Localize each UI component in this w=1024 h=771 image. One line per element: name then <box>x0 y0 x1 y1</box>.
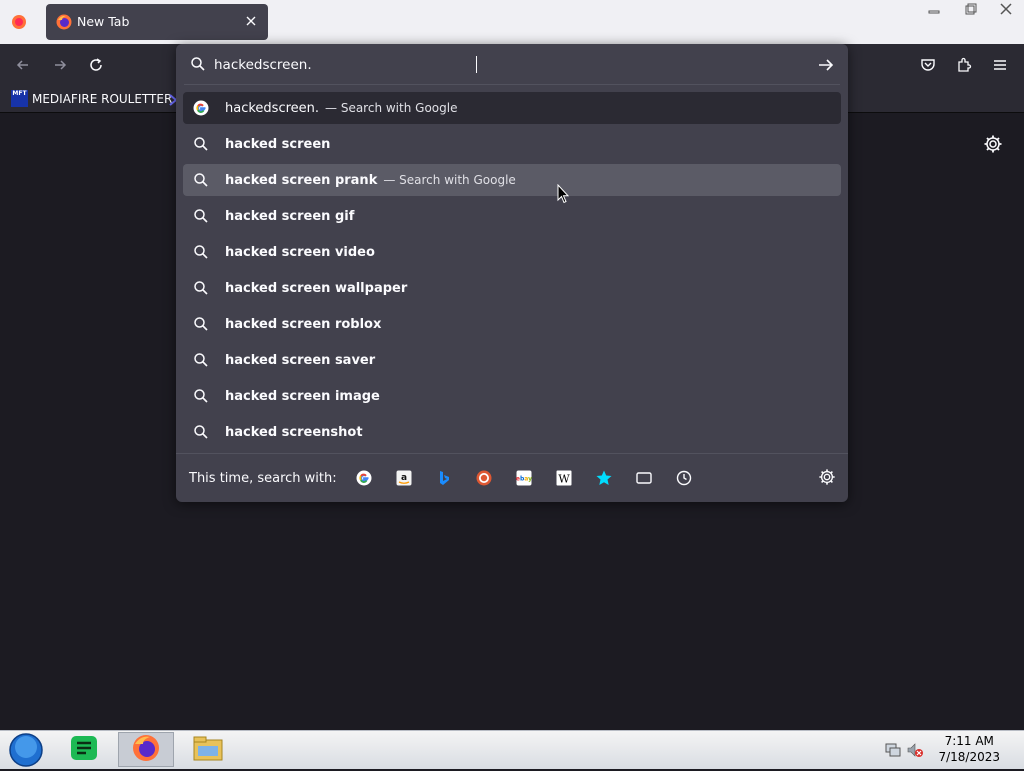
restore-button[interactable] <box>952 0 988 18</box>
tabs-engine-button[interactable] <box>631 465 657 491</box>
suggestion-text: hacked screen gif <box>225 208 355 224</box>
suggestion-text: hacked screen wallpaper <box>225 280 408 296</box>
title-bar: New Tab <box>0 0 1024 44</box>
suggestion-row[interactable]: hacked screen wallpaper <box>183 272 841 304</box>
system-tray <box>884 741 924 763</box>
mediafire-bookmark-icon: MFT <box>11 90 28 107</box>
one-off-search-bar: This time, search with: a ebay W <box>176 454 848 502</box>
suggestion-text: hacked screen saver <box>225 352 376 368</box>
amazon-engine-button[interactable]: a <box>391 465 417 491</box>
start-button[interactable] <box>6 733 46 767</box>
taskbar-firefox[interactable] <box>118 732 174 767</box>
suggestion-text: hacked screen video <box>225 244 375 260</box>
search-icon <box>193 244 209 260</box>
back-button[interactable] <box>12 54 34 76</box>
history-icon <box>675 469 693 487</box>
firefox-icon <box>56 14 72 30</box>
tab-title: New Tab <box>77 14 130 29</box>
search-icon <box>193 136 209 152</box>
history-engine-button[interactable] <box>671 465 697 491</box>
clock-time: 7:11 AM <box>944 734 994 748</box>
search-icon <box>193 388 209 404</box>
taskbar-file-explorer[interactable] <box>180 732 236 767</box>
suggestion-text: hacked screen roblox <box>225 316 382 332</box>
suggestion-text: hacked screenshot <box>225 424 363 440</box>
bookmarks-star-icon <box>595 469 613 487</box>
bookmarks-star-engine-button[interactable] <box>591 465 617 491</box>
bing-icon <box>436 470 452 486</box>
search-icon <box>193 352 209 368</box>
url-bar <box>176 44 848 84</box>
folder-icon <box>192 734 224 766</box>
suggestion-text: hacked screen prank <box>225 172 378 188</box>
duckduckgo-engine-button[interactable] <box>471 465 497 491</box>
wikipedia-engine-button[interactable]: W <box>551 465 577 491</box>
notes-app-icon <box>70 735 98 765</box>
close-window-button[interactable] <box>988 0 1024 18</box>
text-caret <box>476 56 477 73</box>
suggestion-row[interactable]: hacked screen gif <box>183 200 841 232</box>
window-controls <box>916 0 1024 18</box>
amazon-icon: a <box>396 470 412 486</box>
ebay-engine-button[interactable]: ebay <box>511 465 537 491</box>
tabs-icon <box>635 469 653 487</box>
extensions-icon[interactable] <box>953 54 975 76</box>
google-icon <box>356 470 372 486</box>
pocket-icon[interactable] <box>917 54 939 76</box>
search-icon <box>190 56 206 76</box>
wikipedia-icon: W <box>556 470 572 486</box>
google-icon <box>193 100 209 116</box>
search-icon <box>193 280 209 296</box>
duckduckgo-icon <box>476 470 492 486</box>
volume-muted-icon[interactable] <box>906 741 924 763</box>
system-clock[interactable]: 7:11 AM 7/18/2023 <box>938 733 1000 765</box>
suggestion-row[interactable]: hackedscreen. — Search with Google <box>183 92 841 124</box>
search-icon <box>193 424 209 440</box>
firefox-menu-icon[interactable] <box>11 14 27 30</box>
search-engine-buttons: a ebay W <box>351 465 711 491</box>
reload-button[interactable] <box>85 54 107 76</box>
tab-new-tab[interactable]: New Tab <box>46 4 268 40</box>
divider <box>184 84 840 85</box>
svg-text:ebay: ebay <box>516 476 532 483</box>
search-with-label: This time, search with: <box>189 470 337 486</box>
suggestion-text: hacked screen <box>225 136 331 152</box>
mouse-cursor-icon <box>557 183 570 208</box>
taskbar-notes-app[interactable] <box>56 732 112 767</box>
suggestion-row[interactable]: hacked screen prank — Search with Google <box>183 164 841 196</box>
ebay-icon: ebay <box>516 470 532 486</box>
suggestion-row[interactable]: hacked screenshot <box>183 416 841 448</box>
firefox-icon <box>132 734 160 766</box>
suggestion-row[interactable]: hacked screen video <box>183 236 841 268</box>
url-dropdown-panel: hackedscreen.— Search with Googlehacked … <box>176 44 848 502</box>
suggestion-row[interactable]: hacked screen <box>183 128 841 160</box>
forward-button[interactable] <box>49 54 71 76</box>
google-engine-button[interactable] <box>351 465 377 491</box>
close-tab-icon[interactable] <box>244 13 258 27</box>
bookmark-mediafire[interactable]: MFT MEDIAFIRE ROULETTER <box>11 90 172 107</box>
go-arrow-icon[interactable] <box>816 55 836 79</box>
search-icon <box>193 208 209 224</box>
menu-icon[interactable] <box>989 54 1011 76</box>
svg-text:W: W <box>558 473 570 486</box>
suggestion-row[interactable]: hacked screen image <box>183 380 841 412</box>
suggestion-action-text: — Search with Google <box>325 101 458 115</box>
bing-engine-button[interactable] <box>431 465 457 491</box>
clock-date: 7/18/2023 <box>938 750 1000 764</box>
suggestion-row[interactable]: hacked screen roblox <box>183 308 841 340</box>
url-input[interactable] <box>214 55 794 75</box>
minimize-button[interactable] <box>916 0 952 18</box>
search-icon <box>193 316 209 332</box>
search-settings-icon[interactable] <box>818 468 836 490</box>
new-tab-settings-icon[interactable] <box>983 134 1003 154</box>
suggestion-text: hacked screen image <box>225 388 380 404</box>
suggestion-row[interactable]: hacked screen saver <box>183 344 841 376</box>
taskbar: 7:11 AM 7/18/2023 <box>0 730 1024 769</box>
bookmark-label: MEDIAFIRE ROULETTER <box>32 91 173 106</box>
suggestion-text: hackedscreen. <box>225 100 320 116</box>
suggestion-action-text: — Search with Google <box>383 173 516 187</box>
search-icon <box>193 172 209 188</box>
network-icon[interactable] <box>884 741 902 763</box>
svg-text:a: a <box>401 473 407 483</box>
